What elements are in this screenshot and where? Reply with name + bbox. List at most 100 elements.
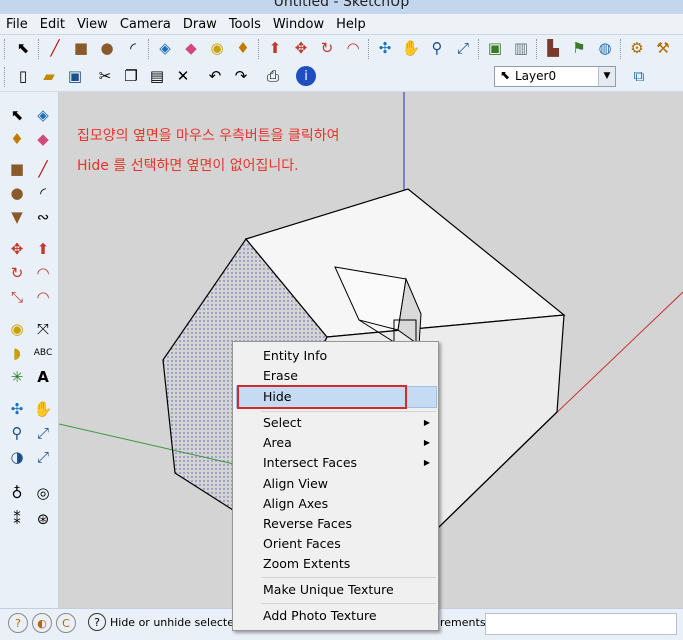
menu-entity-info[interactable]: Entity Info bbox=[263, 348, 327, 363]
position-camera-icon[interactable]: ♁ bbox=[6, 482, 28, 504]
rectangle-tool-icon[interactable]: ■ bbox=[70, 37, 92, 59]
circle-tool-icon[interactable]: ● bbox=[96, 37, 118, 59]
tape-measure-icon[interactable]: ◉ bbox=[6, 318, 28, 340]
menu-orient-faces[interactable]: Orient Faces bbox=[263, 536, 341, 551]
menu-make-unique-texture[interactable]: Make Unique Texture bbox=[263, 582, 394, 597]
menu-erase[interactable]: Erase bbox=[263, 368, 298, 383]
eraser-icon[interactable]: ◆ bbox=[180, 37, 202, 59]
toolbar-grip[interactable] bbox=[478, 39, 482, 59]
toolbar-grip[interactable] bbox=[38, 39, 42, 59]
3d-text-icon[interactable]: A bbox=[32, 366, 54, 388]
text-tool-icon[interactable]: ABC bbox=[32, 342, 54, 364]
menu-help[interactable]: Help bbox=[330, 14, 372, 34]
menu-select[interactable]: Select bbox=[263, 415, 302, 430]
menu-view[interactable]: View bbox=[71, 14, 114, 34]
extension-warehouse-icon[interactable]: ⚙ bbox=[626, 37, 648, 59]
zoom-window-icon[interactable]: ⤢ bbox=[32, 422, 54, 444]
arc-tool-icon[interactable]: ◜ bbox=[122, 37, 144, 59]
menu-tools[interactable]: Tools bbox=[223, 14, 267, 34]
toggle-terrain-icon[interactable]: ⚑ bbox=[568, 37, 590, 59]
undo-icon[interactable]: ↶ bbox=[204, 65, 226, 87]
toolbar-grip[interactable] bbox=[4, 67, 8, 87]
scale-icon[interactable]: ⤡ bbox=[6, 286, 28, 308]
section-plane-icon[interactable]: ⊛ bbox=[32, 508, 54, 530]
line-tool-icon[interactable]: ╱ bbox=[32, 158, 54, 180]
walk-icon[interactable]: ⁑ bbox=[6, 508, 28, 530]
orbit-icon[interactable]: ✣ bbox=[374, 37, 396, 59]
toolbar-grip[interactable] bbox=[536, 39, 540, 59]
move-icon[interactable]: ✥ bbox=[6, 238, 28, 260]
menu-edit[interactable]: Edit bbox=[34, 14, 71, 34]
zoom-icon[interactable]: ⚲ bbox=[6, 422, 28, 444]
make-component-icon[interactable]: ◈ bbox=[32, 104, 54, 126]
help-icon[interactable]: ? bbox=[88, 613, 106, 631]
copyright-icon[interactable]: C bbox=[56, 613, 76, 633]
toolbar-grip[interactable] bbox=[4, 39, 8, 59]
axes-icon[interactable]: ✳ bbox=[6, 366, 28, 388]
line-tool-icon[interactable]: ╱ bbox=[44, 37, 66, 59]
print-icon[interactable]: ⎙ bbox=[262, 65, 284, 87]
copy-icon[interactable]: ❐ bbox=[120, 65, 142, 87]
toolbar-grip[interactable] bbox=[620, 39, 624, 59]
menu-intersect-faces[interactable]: Intersect Faces bbox=[263, 455, 357, 470]
select-tool-icon[interactable]: ⬉ bbox=[12, 37, 34, 59]
push-pull-icon[interactable]: ⬆ bbox=[264, 37, 286, 59]
toolbar-grip[interactable] bbox=[148, 39, 152, 59]
menu-window[interactable]: Window bbox=[267, 14, 330, 34]
extension-manager-icon[interactable]: ⚒ bbox=[652, 37, 674, 59]
open-file-icon[interactable]: ▰ bbox=[38, 65, 60, 87]
look-around-icon[interactable]: ◎ bbox=[32, 482, 54, 504]
delete-icon[interactable]: ✕ bbox=[172, 65, 194, 87]
paint-bucket-icon[interactable]: ♦ bbox=[6, 128, 28, 150]
toolbar-grip[interactable] bbox=[258, 39, 262, 59]
menu-align-axes[interactable]: Align Axes bbox=[263, 496, 328, 511]
paste-icon[interactable]: ▤ bbox=[146, 65, 168, 87]
pan-icon[interactable]: ✋ bbox=[32, 398, 54, 420]
menu-align-view[interactable]: Align View bbox=[263, 476, 328, 491]
orbit-icon[interactable]: ✣ bbox=[6, 398, 28, 420]
menu-reverse-faces[interactable]: Reverse Faces bbox=[263, 516, 352, 531]
make-component-icon[interactable]: ◈ bbox=[154, 37, 176, 59]
tape-measure-icon[interactable]: ◉ bbox=[206, 37, 228, 59]
menu-add-photo-texture[interactable]: Add Photo Texture bbox=[263, 608, 377, 623]
zoom-icon[interactable]: ⚲ bbox=[426, 37, 448, 59]
zoom-extents-icon[interactable]: ⤢ bbox=[32, 446, 54, 468]
chevron-down-icon[interactable]: ▼ bbox=[598, 67, 615, 86]
menu-area[interactable]: Area bbox=[263, 435, 292, 450]
rotate-icon[interactable]: ↻ bbox=[316, 37, 338, 59]
follow-me-icon[interactable]: ◠ bbox=[342, 37, 364, 59]
freehand-tool-icon[interactable]: ∾ bbox=[32, 206, 54, 228]
layer-dropdown[interactable]: ⬉ Layer0 ▼ bbox=[494, 66, 616, 87]
eraser-icon[interactable]: ◆ bbox=[32, 128, 54, 150]
measurements-field[interactable] bbox=[485, 613, 677, 635]
previous-view-icon[interactable]: ◑ bbox=[6, 446, 28, 468]
save-icon[interactable]: ▣ bbox=[64, 65, 86, 87]
arc-tool-icon[interactable]: ◜ bbox=[32, 182, 54, 204]
credits-icon[interactable]: ◐ bbox=[32, 613, 52, 633]
new-file-icon[interactable]: ▯ bbox=[12, 65, 34, 87]
get-current-view-icon[interactable]: ▙ bbox=[542, 37, 564, 59]
geo-location-icon[interactable]: ? bbox=[8, 613, 28, 633]
protractor-icon[interactable]: ◗ bbox=[6, 342, 28, 364]
menu-zoom-extents[interactable]: Zoom Extents bbox=[263, 556, 350, 571]
menu-file[interactable]: File bbox=[0, 14, 34, 34]
rectangle-tool-icon[interactable]: ■ bbox=[6, 158, 28, 180]
redo-icon[interactable]: ↷ bbox=[230, 65, 252, 87]
polygon-tool-icon[interactable]: ▼ bbox=[6, 206, 28, 228]
pan-icon[interactable]: ✋ bbox=[400, 37, 422, 59]
cut-icon[interactable]: ✂ bbox=[94, 65, 116, 87]
menu-camera[interactable]: Camera bbox=[114, 14, 177, 34]
offset-icon[interactable]: ◠ bbox=[32, 286, 54, 308]
model-info-icon[interactable]: i bbox=[296, 66, 316, 86]
zoom-extents-icon[interactable]: ⤢ bbox=[452, 37, 474, 59]
get-models-icon[interactable]: ▣ bbox=[484, 37, 506, 59]
layer-manager-icon[interactable]: ⧉ bbox=[628, 65, 650, 87]
toolbar-grip[interactable] bbox=[368, 39, 372, 59]
select-tool-icon[interactable]: ⬉ bbox=[6, 104, 28, 126]
push-pull-icon[interactable]: ⬆ bbox=[32, 238, 54, 260]
menu-draw[interactable]: Draw bbox=[177, 14, 223, 34]
share-model-icon[interactable]: ▥ bbox=[510, 37, 532, 59]
dimension-icon[interactable]: ⤧ bbox=[32, 318, 54, 340]
place-model-icon[interactable]: ◍ bbox=[594, 37, 616, 59]
circle-tool-icon[interactable]: ● bbox=[6, 182, 28, 204]
